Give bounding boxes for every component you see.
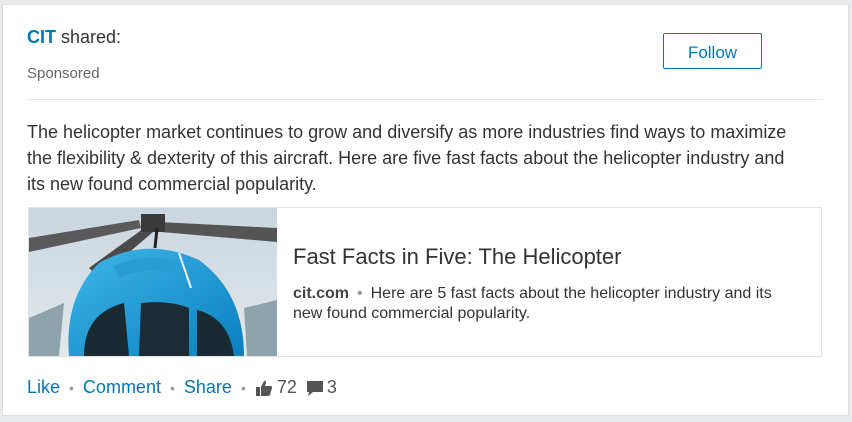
bullet-separator: • (69, 379, 74, 396)
shared-line: CIT shared: (27, 27, 121, 47)
speech-bubble-icon[interactable] (305, 379, 325, 397)
feed-post-card: CIT shared: Sponsored Follow The helicop… (2, 4, 849, 416)
header-divider (27, 99, 823, 100)
bullet-separator: • (240, 379, 246, 396)
bullet-separator: • (169, 379, 175, 396)
share-button[interactable]: Share (184, 377, 232, 398)
sponsored-label: Sponsored (27, 65, 100, 82)
follow-button[interactable]: Follow (663, 33, 762, 69)
comment-button[interactable]: Comment (83, 377, 161, 398)
thumbs-up-icon[interactable] (255, 379, 273, 397)
link-meta: cit.com • Here are 5 fast facts about the … (293, 284, 793, 324)
link-description: Here are 5 fast facts about the helicopt… (293, 285, 772, 322)
likes-count[interactable]: 72 (277, 377, 297, 398)
like-button[interactable]: Like (27, 377, 60, 398)
post-header: CIT shared: (27, 27, 121, 48)
link-preview-card[interactable]: Fast Facts in Five: The Helicopter cit.c… (28, 207, 822, 357)
link-domain: cit.com (293, 285, 350, 302)
shared-suffix: shared: (56, 27, 122, 47)
bullet-separator: • (357, 285, 363, 302)
helicopter-image[interactable] (29, 208, 277, 356)
post-commentary: The helicopter market continues to grow … (27, 122, 787, 194)
social-actions-bar: Like • Comment • Share • 72 3 (27, 377, 337, 398)
company-name-link[interactable]: CIT (27, 27, 56, 47)
comments-count[interactable]: 3 (327, 377, 337, 398)
link-title[interactable]: Fast Facts in Five: The Helicopter (293, 244, 622, 270)
